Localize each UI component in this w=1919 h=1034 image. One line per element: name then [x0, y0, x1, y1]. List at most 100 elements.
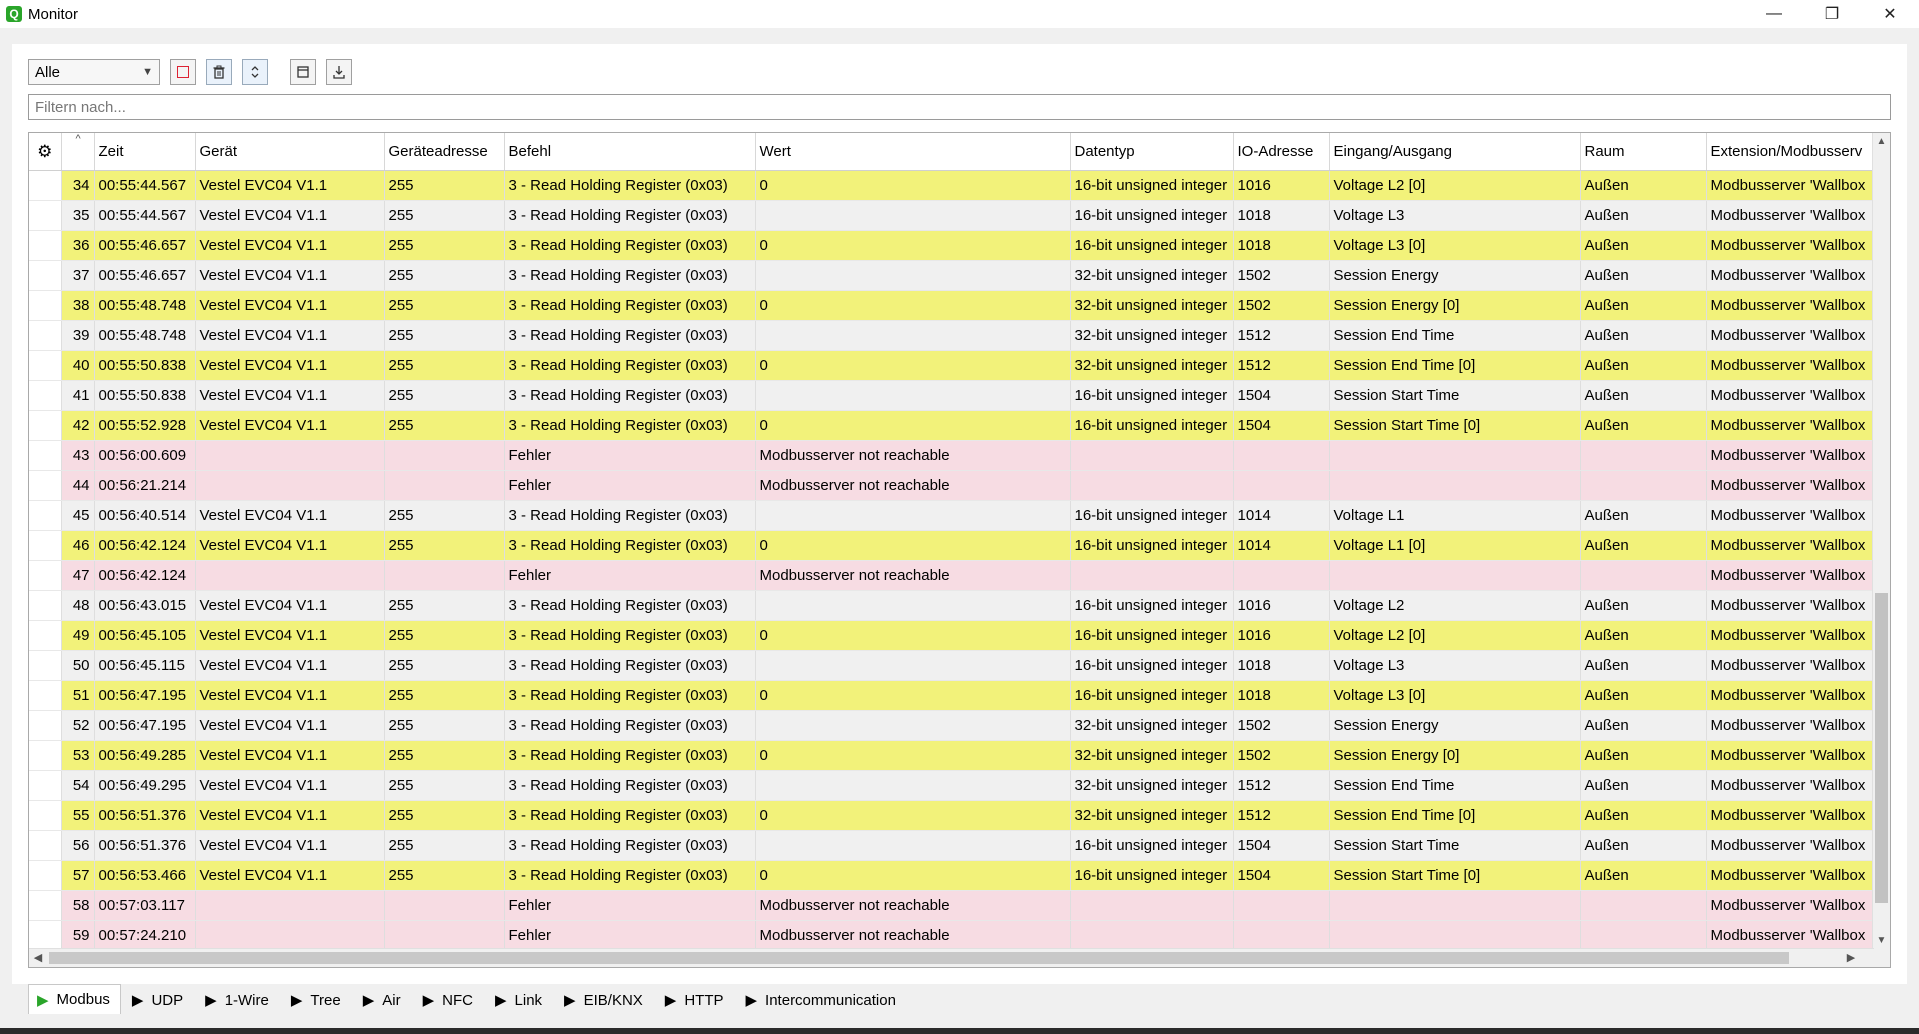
- table-row[interactable]: 40 00:55:50.838 Vestel EVC04 V1.1 255 3 - Re…: [29, 350, 1875, 381]
- row-selector[interactable]: [29, 440, 62, 471]
- column-header[interactable]: Wert: [755, 133, 1071, 171]
- tab-link[interactable]: ▶ Link: [486, 986, 553, 1014]
- table-row[interactable]: 45 00:56:40.514 Vestel EVC04 V1.1 255 3 - Re…: [29, 500, 1875, 531]
- scroll-down-icon[interactable]: ▼: [1873, 932, 1890, 949]
- download-button[interactable]: [326, 59, 352, 85]
- row-selector[interactable]: [29, 620, 62, 651]
- table-row[interactable]: 39 00:55:48.748 Vestel EVC04 V1.1 255 3 - Re…: [29, 320, 1875, 351]
- column-header[interactable]: IO-Adresse: [1233, 133, 1330, 171]
- row-selector[interactable]: [29, 230, 62, 261]
- row-selector[interactable]: [29, 260, 62, 291]
- row-selector[interactable]: [29, 860, 62, 891]
- tab-eib-knx[interactable]: ▶ EIB/KNX: [555, 986, 654, 1014]
- restore-button[interactable]: ❐: [1803, 0, 1861, 28]
- row-selector[interactable]: [29, 290, 62, 321]
- row-selector[interactable]: [29, 350, 62, 381]
- copy-button[interactable]: [290, 59, 316, 85]
- tab-air[interactable]: ▶ Air: [354, 986, 412, 1014]
- cell-room: [1580, 890, 1707, 921]
- log-table[interactable]: ⚙ ^ Zeit Gerät Geräteadresse Befehl Wert…: [28, 132, 1891, 968]
- cell-time: 00:56:45.105: [94, 620, 196, 651]
- filter-select[interactable]: Alle ▼: [28, 59, 160, 85]
- table-row[interactable]: 56 00:56:51.376 Vestel EVC04 V1.1 255 3 - Re…: [29, 830, 1875, 861]
- row-selector[interactable]: [29, 650, 62, 681]
- row-selector[interactable]: [29, 380, 62, 411]
- table-row[interactable]: 49 00:56:45.105 Vestel EVC04 V1.1 255 3 - Re…: [29, 620, 1875, 651]
- row-selector[interactable]: [29, 560, 62, 591]
- scroll-thumb[interactable]: [1875, 593, 1888, 903]
- table-row[interactable]: 58 00:57:03.117 Fehler Modbusserver not rea…: [29, 890, 1875, 921]
- stop-button[interactable]: [170, 59, 196, 85]
- tab-http[interactable]: ▶ HTTP: [656, 986, 735, 1014]
- column-header-index[interactable]: ^: [61, 133, 95, 171]
- table-row[interactable]: 34 00:55:44.567 Vestel EVC04 V1.1 255 3 - Re…: [29, 170, 1875, 201]
- table-row[interactable]: 54 00:56:49.295 Vestel EVC04 V1.1 255 3 - Re…: [29, 770, 1875, 801]
- cell-cmd: 3 - Read Holding Register (0x03): [504, 650, 756, 681]
- row-selector[interactable]: [29, 710, 62, 741]
- table-row[interactable]: 51 00:56:47.195 Vestel EVC04 V1.1 255 3 - Re…: [29, 680, 1875, 711]
- row-selector[interactable]: [29, 410, 62, 441]
- table-row[interactable]: 46 00:56:42.124 Vestel EVC04 V1.1 255 3 - Re…: [29, 530, 1875, 561]
- vertical-scrollbar[interactable]: ▲ ▼: [1872, 133, 1890, 949]
- row-selector[interactable]: [29, 590, 62, 621]
- column-header[interactable]: Extension/Modbusserv: [1706, 133, 1875, 171]
- cell-cmd: Fehler: [504, 560, 756, 591]
- row-selector[interactable]: [29, 530, 62, 561]
- minimize-button[interactable]: —: [1745, 0, 1803, 28]
- cell-type: 32-bit unsigned integer: [1070, 740, 1234, 771]
- table-row[interactable]: 44 00:56:21.214 Fehler Modbusserver not rea…: [29, 470, 1875, 501]
- table-row[interactable]: 59 00:57:24.210 Fehler Modbusserver not rea…: [29, 920, 1875, 951]
- table-row[interactable]: 37 00:55:46.657 Vestel EVC04 V1.1 255 3 - Re…: [29, 260, 1875, 291]
- table-row[interactable]: 53 00:56:49.285 Vestel EVC04 V1.1 255 3 - Re…: [29, 740, 1875, 771]
- row-selector[interactable]: [29, 320, 62, 351]
- row-selector[interactable]: [29, 680, 62, 711]
- row-selector[interactable]: [29, 170, 62, 201]
- table-row[interactable]: 50 00:56:45.115 Vestel EVC04 V1.1 255 3 - Re…: [29, 650, 1875, 681]
- tab-1-wire[interactable]: ▶ 1-Wire: [196, 986, 280, 1014]
- tab-nfc[interactable]: ▶ NFC: [414, 986, 484, 1014]
- tab-udp[interactable]: ▶ UDP: [123, 986, 194, 1014]
- cell-io: 1504: [1233, 860, 1330, 891]
- close-button[interactable]: ✕: [1861, 0, 1919, 28]
- table-row[interactable]: 35 00:55:44.567 Vestel EVC04 V1.1 255 3 - Re…: [29, 200, 1875, 231]
- table-row[interactable]: 47 00:56:42.124 Fehler Modbusserver not rea…: [29, 560, 1875, 591]
- table-row[interactable]: 38 00:55:48.748 Vestel EVC04 V1.1 255 3 - Re…: [29, 290, 1875, 321]
- tab-intercommunication[interactable]: ▶ Intercommunication: [737, 986, 907, 1014]
- scroll-up-icon[interactable]: ▲: [1873, 133, 1890, 150]
- table-row[interactable]: 57 00:56:53.466 Vestel EVC04 V1.1 255 3 - Re…: [29, 860, 1875, 891]
- row-selector[interactable]: [29, 500, 62, 531]
- column-header[interactable]: Gerät: [195, 133, 385, 171]
- tab-tree[interactable]: ▶ Tree: [282, 986, 352, 1014]
- table-row[interactable]: 41 00:55:50.838 Vestel EVC04 V1.1 255 3 - Re…: [29, 380, 1875, 411]
- tab-modbus[interactable]: ▶ Modbus: [28, 984, 121, 1014]
- table-row[interactable]: 48 00:56:43.015 Vestel EVC04 V1.1 255 3 - Re…: [29, 590, 1875, 621]
- table-row[interactable]: 43 00:56:00.609 Fehler Modbusserver not rea…: [29, 440, 1875, 471]
- row-selector[interactable]: [29, 470, 62, 501]
- table-row[interactable]: 36 00:55:46.657 Vestel EVC04 V1.1 255 3 - Re…: [29, 230, 1875, 261]
- scroll-left-icon[interactable]: ◀: [29, 949, 47, 967]
- column-header[interactable]: Geräteadresse: [384, 133, 505, 171]
- column-settings-button[interactable]: ⚙: [29, 133, 62, 171]
- row-selector[interactable]: [29, 890, 62, 921]
- table-row[interactable]: 42 00:55:52.928 Vestel EVC04 V1.1 255 3 - Re…: [29, 410, 1875, 441]
- cell-type: 32-bit unsigned integer: [1070, 350, 1234, 381]
- h-scroll-thumb[interactable]: [49, 952, 1789, 964]
- row-selector[interactable]: [29, 770, 62, 801]
- table-row[interactable]: 52 00:56:47.195 Vestel EVC04 V1.1 255 3 - Re…: [29, 710, 1875, 741]
- column-header[interactable]: Eingang/Ausgang: [1329, 133, 1581, 171]
- filter-input[interactable]: Filtern nach...: [28, 94, 1891, 120]
- column-header[interactable]: Datentyp: [1070, 133, 1234, 171]
- column-header[interactable]: Raum: [1580, 133, 1707, 171]
- scroll-right-icon[interactable]: ▶: [1842, 949, 1860, 967]
- row-selector[interactable]: [29, 740, 62, 771]
- table-row[interactable]: 55 00:56:51.376 Vestel EVC04 V1.1 255 3 - Re…: [29, 800, 1875, 831]
- clear-button[interactable]: [206, 59, 232, 85]
- row-selector[interactable]: [29, 920, 62, 951]
- row-selector[interactable]: [29, 800, 62, 831]
- row-selector[interactable]: [29, 200, 62, 231]
- column-header[interactable]: Zeit: [94, 133, 196, 171]
- autoscroll-button[interactable]: [242, 59, 268, 85]
- row-selector[interactable]: [29, 830, 62, 861]
- column-header[interactable]: Befehl: [504, 133, 756, 171]
- horizontal-scrollbar[interactable]: ◀ ▶: [29, 948, 1874, 967]
